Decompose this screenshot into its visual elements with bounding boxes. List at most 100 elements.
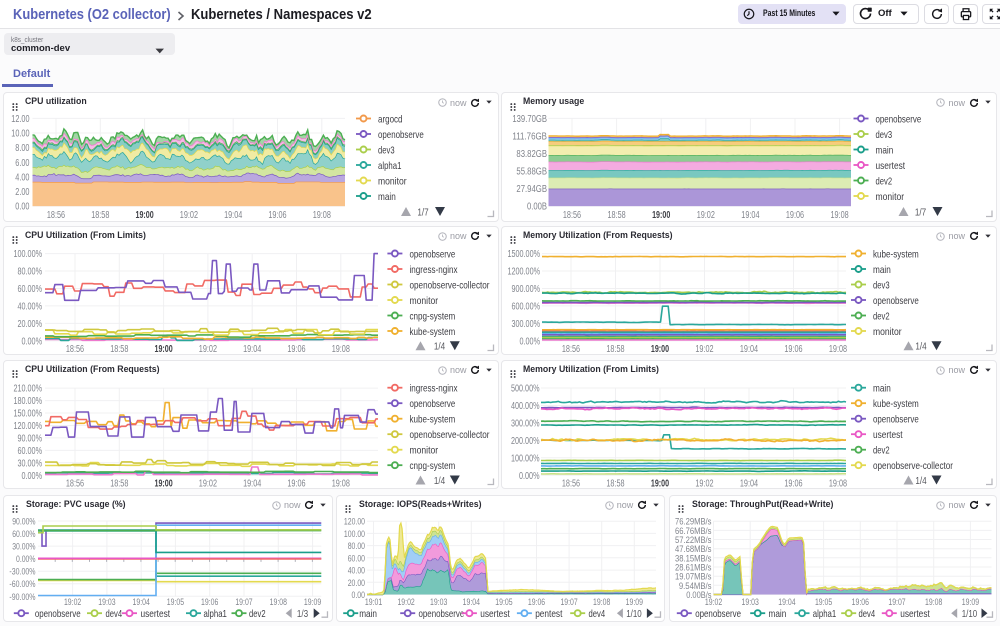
- svg-text:19:09: 19:09: [961, 597, 978, 608]
- svg-text:80.00: 80.00: [348, 541, 365, 552]
- svg-text:19:04: 19:04: [243, 478, 262, 489]
- svg-text:19:06: 19:06: [851, 597, 868, 608]
- svg-text:-60.00%: -60.00%: [9, 579, 36, 590]
- svg-text:100.00%: 100.00%: [14, 249, 43, 260]
- svg-text:19:06: 19:06: [287, 344, 306, 355]
- svg-text:1/3: 1/3: [297, 609, 308, 620]
- svg-text:8.00: 8.00: [15, 143, 30, 154]
- svg-text:main: main: [876, 144, 894, 156]
- svg-text:1/4: 1/4: [434, 475, 445, 487]
- svg-text:40.00: 40.00: [348, 565, 365, 576]
- svg-text:300.00%: 300.00%: [511, 418, 540, 429]
- svg-text:19:02: 19:02: [695, 478, 714, 489]
- svg-text:19:09: 19:09: [304, 597, 321, 608]
- svg-text:dev2: dev2: [873, 310, 890, 322]
- svg-text:19:00: 19:00: [155, 478, 174, 489]
- svg-text:dev3: dev3: [378, 144, 395, 156]
- svg-text:18:58: 18:58: [606, 344, 625, 355]
- svg-text:19:04: 19:04: [133, 597, 150, 608]
- svg-text:19:04: 19:04: [778, 597, 795, 608]
- svg-text:1/10: 1/10: [626, 609, 642, 620]
- svg-text:19:06: 19:06: [287, 478, 306, 489]
- svg-text:30.00%: 30.00%: [18, 458, 43, 469]
- svg-text:19:08: 19:08: [831, 210, 850, 221]
- svg-text:20.00%: 20.00%: [18, 319, 43, 330]
- svg-text:19:06: 19:06: [268, 210, 287, 221]
- svg-text:400.00%: 400.00%: [511, 401, 540, 412]
- svg-text:usertest: usertest: [900, 609, 930, 620]
- svg-text:cnpg-system: cnpg-system: [410, 460, 456, 472]
- svg-text:90.00%: 90.00%: [18, 433, 43, 444]
- svg-text:openobserve-collector: openobserve-collector: [410, 279, 490, 291]
- svg-text:openobserve: openobserve: [876, 113, 922, 125]
- svg-text:usertest: usertest: [141, 609, 171, 620]
- svg-text:19:04: 19:04: [243, 344, 262, 355]
- svg-text:openobserve-collector: openobserve-collector: [873, 460, 953, 472]
- svg-text:19:08: 19:08: [332, 478, 351, 489]
- svg-text:openobserve: openobserve: [695, 609, 741, 620]
- svg-text:dev2: dev2: [876, 175, 893, 187]
- svg-text:19:03: 19:03: [741, 597, 758, 608]
- svg-text:19:08: 19:08: [829, 344, 848, 355]
- svg-text:1/4: 1/4: [434, 340, 445, 352]
- svg-text:19:00: 19:00: [651, 478, 670, 489]
- svg-text:60.00%: 60.00%: [18, 446, 43, 457]
- svg-text:19:02: 19:02: [64, 597, 81, 608]
- svg-text:usertest: usertest: [873, 429, 903, 441]
- svg-text:18:56: 18:56: [563, 210, 582, 221]
- svg-text:18:58: 18:58: [110, 344, 129, 355]
- svg-text:60.00%: 60.00%: [18, 284, 43, 295]
- svg-text:19:06: 19:06: [201, 597, 218, 608]
- svg-text:0.00: 0.00: [15, 202, 30, 213]
- svg-text:dev3: dev3: [873, 279, 890, 291]
- svg-text:19:04: 19:04: [741, 210, 760, 221]
- svg-text:openobserve: openobserve: [873, 295, 919, 307]
- svg-text:111.76GB: 111.76GB: [512, 131, 547, 142]
- svg-text:100.00%: 100.00%: [511, 453, 540, 464]
- svg-text:19:00: 19:00: [652, 210, 671, 221]
- svg-text:dev2: dev2: [249, 609, 266, 620]
- svg-text:19:01: 19:01: [365, 597, 382, 608]
- svg-text:kube-system: kube-system: [410, 326, 456, 338]
- svg-text:19:09: 19:09: [625, 597, 642, 608]
- svg-text:kube-system: kube-system: [410, 413, 456, 425]
- svg-text:dev3: dev3: [876, 129, 893, 141]
- svg-text:19:02: 19:02: [397, 597, 414, 608]
- svg-text:12.00: 12.00: [11, 114, 30, 125]
- svg-text:monitor: monitor: [410, 295, 439, 307]
- svg-text:210.00%: 210.00%: [14, 383, 43, 394]
- svg-text:1/7: 1/7: [915, 206, 926, 218]
- svg-text:19:08: 19:08: [593, 597, 610, 608]
- svg-text:0.00%: 0.00%: [22, 471, 43, 482]
- svg-text:19:08: 19:08: [270, 597, 287, 608]
- svg-text:main: main: [378, 191, 396, 203]
- svg-text:0.00%: 0.00%: [16, 554, 36, 565]
- svg-text:55.88GB: 55.88GB: [516, 167, 547, 178]
- svg-text:usertest: usertest: [876, 160, 906, 172]
- svg-text:1/4: 1/4: [915, 475, 926, 487]
- svg-text:18:58: 18:58: [110, 478, 129, 489]
- svg-text:cnpg-system: cnpg-system: [410, 310, 456, 322]
- svg-text:19:03: 19:03: [98, 597, 115, 608]
- svg-text:900.00%: 900.00%: [512, 284, 541, 295]
- svg-text:0.00%: 0.00%: [22, 336, 43, 347]
- svg-text:main: main: [873, 382, 891, 394]
- svg-text:18:58: 18:58: [606, 478, 625, 489]
- svg-text:alpha1: alpha1: [812, 609, 836, 620]
- svg-text:dev4: dev4: [588, 609, 605, 620]
- svg-text:19:05: 19:05: [495, 597, 512, 608]
- svg-text:19:02: 19:02: [180, 210, 199, 221]
- svg-text:19:06: 19:06: [784, 344, 803, 355]
- svg-text:120.00%: 120.00%: [14, 421, 43, 432]
- svg-text:openobserve: openobserve: [418, 609, 464, 620]
- svg-text:openobserve: openobserve: [410, 398, 456, 410]
- svg-text:-30.00%: -30.00%: [9, 566, 36, 577]
- svg-text:19:04: 19:04: [740, 344, 759, 355]
- svg-text:300.00%: 300.00%: [512, 319, 541, 330]
- svg-text:100.00: 100.00: [344, 529, 365, 540]
- svg-text:monitor: monitor: [876, 191, 905, 203]
- svg-text:openobserve: openobserve: [35, 609, 81, 620]
- svg-text:19:03: 19:03: [430, 597, 447, 608]
- svg-text:19:06: 19:06: [784, 478, 803, 489]
- svg-text:200.00%: 200.00%: [511, 436, 540, 447]
